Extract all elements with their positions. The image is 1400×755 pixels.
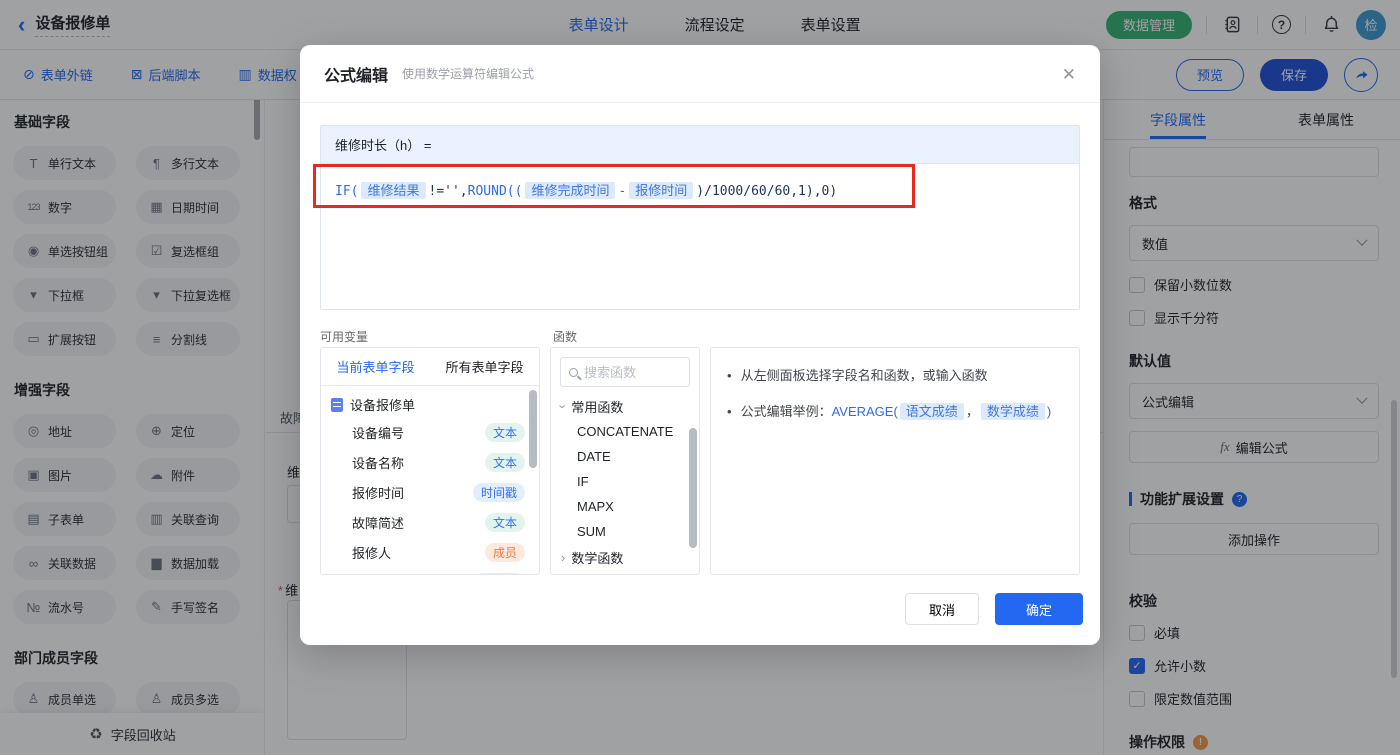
formula-editor-modal: 公式编辑 使用数学运算符编辑公式 ✕ 维修时长（h） = IF(维修结果 !=''… [300, 45, 1100, 645]
function-search-box[interactable] [560, 357, 690, 387]
formula-operator: !='', [428, 184, 468, 199]
function-item-mapx[interactable]: MAPX [551, 494, 699, 519]
variables-tree-root[interactable]: 设备报修单 [321, 386, 539, 417]
function-item-date[interactable]: DATE [551, 444, 699, 469]
formula-help-panel: • 从左侧面板选择字段名和函数，或输入函数 • 公式编辑举例：AVERAGE(语… [710, 347, 1080, 575]
functions-scrollbar[interactable] [689, 428, 697, 548]
function-group-common[interactable]: › 常用函数 [551, 393, 699, 419]
tab-current-form-fields[interactable]: 当前表单字段 [321, 348, 430, 385]
type-badge: 时间戳 [472, 482, 525, 502]
formula-editor[interactable]: 维修时长（h） = IF(维修结果 !='',ROUND((维修完成时间 - 报修时间… [320, 125, 1080, 310]
search-icon [569, 367, 578, 377]
functions-label: 函数 [553, 330, 578, 344]
type-badge: 成员 [484, 542, 525, 562]
caret-down-icon: › [555, 403, 571, 409]
help-tip-1: • 从左侧面板选择字段名和函数，或输入函数 [727, 366, 1063, 386]
formula-field-chip[interactable]: 维修结果 [361, 182, 426, 199]
help-tip-2: • 公式编辑举例：AVERAGE(语文成绩，数学成绩) [727, 402, 1063, 422]
variables-panel: 当前表单字段 所有表单字段 设备报修单 设备编号 文本 设备名称 文本 报修时间 时间… [320, 347, 540, 575]
variable-row[interactable]: 故障简述 文本 [321, 507, 539, 537]
confirm-button[interactable]: 确定 [995, 593, 1083, 625]
example-field-chip: 语文成绩 [899, 403, 964, 420]
formula-field-chip[interactable]: 维修完成时间 [525, 182, 616, 199]
type-badge: 文本 [484, 422, 525, 442]
variable-row[interactable]: 派单时间时间戳 [321, 567, 539, 574]
caret-right-icon: › [561, 549, 566, 565]
bullet: • [727, 404, 732, 419]
modal-title: 公式编辑 [324, 67, 389, 85]
variables-scrollbar[interactable] [529, 390, 537, 468]
variable-row[interactable]: 设备名称 文本 [321, 447, 539, 477]
formula-expression[interactable]: IF(维修结果 !='',ROUND((维修完成时间 - 报修时间)/1000/60/… [321, 164, 1079, 219]
type-badge: 文本 [484, 512, 525, 532]
function-group-text[interactable]: › 文本函数 [551, 570, 699, 574]
variable-row[interactable]: 报修人 成员 [321, 537, 539, 567]
formula-function: IF( [335, 184, 359, 199]
functions-panel: › 常用函数 CONCATENATE DATE IF MAPX SUM › 数学… [550, 347, 700, 575]
formula-target-bar: 维修时长（h） = [321, 126, 1079, 164]
formula-tail: )/1000/60/60,1),0) [696, 184, 838, 199]
formula-field-chip[interactable]: 报修时间 [629, 182, 694, 199]
variable-row[interactable]: 报修时间 时间戳 [321, 477, 539, 507]
type-badge: 时间戳 [472, 572, 525, 574]
variable-row[interactable]: 设备编号 文本 [321, 417, 539, 447]
formula-function: ROUND(( [467, 184, 523, 199]
function-item-if[interactable]: IF [551, 469, 699, 494]
tab-all-form-fields[interactable]: 所有表单字段 [430, 348, 539, 385]
cancel-button[interactable]: 取消 [905, 593, 979, 625]
function-item-concatenate[interactable]: CONCATENATE [551, 419, 699, 444]
bullet: • [727, 368, 732, 383]
function-group-math[interactable]: › 数学函数 [551, 544, 699, 570]
example-function: AVERAGE( [831, 404, 898, 419]
close-icon[interactable]: ✕ [1062, 65, 1076, 85]
modal-subtitle: 使用数学运算符编辑公式 [402, 67, 535, 81]
form-document-icon [331, 397, 343, 412]
example-field-chip: 数学成绩 [980, 403, 1045, 420]
type-badge: 文本 [484, 452, 525, 472]
function-item-sum[interactable]: SUM [551, 519, 699, 544]
variables-label: 可用变量 [320, 330, 369, 344]
formula-operator: - [618, 184, 627, 199]
function-search-input[interactable] [584, 364, 674, 380]
